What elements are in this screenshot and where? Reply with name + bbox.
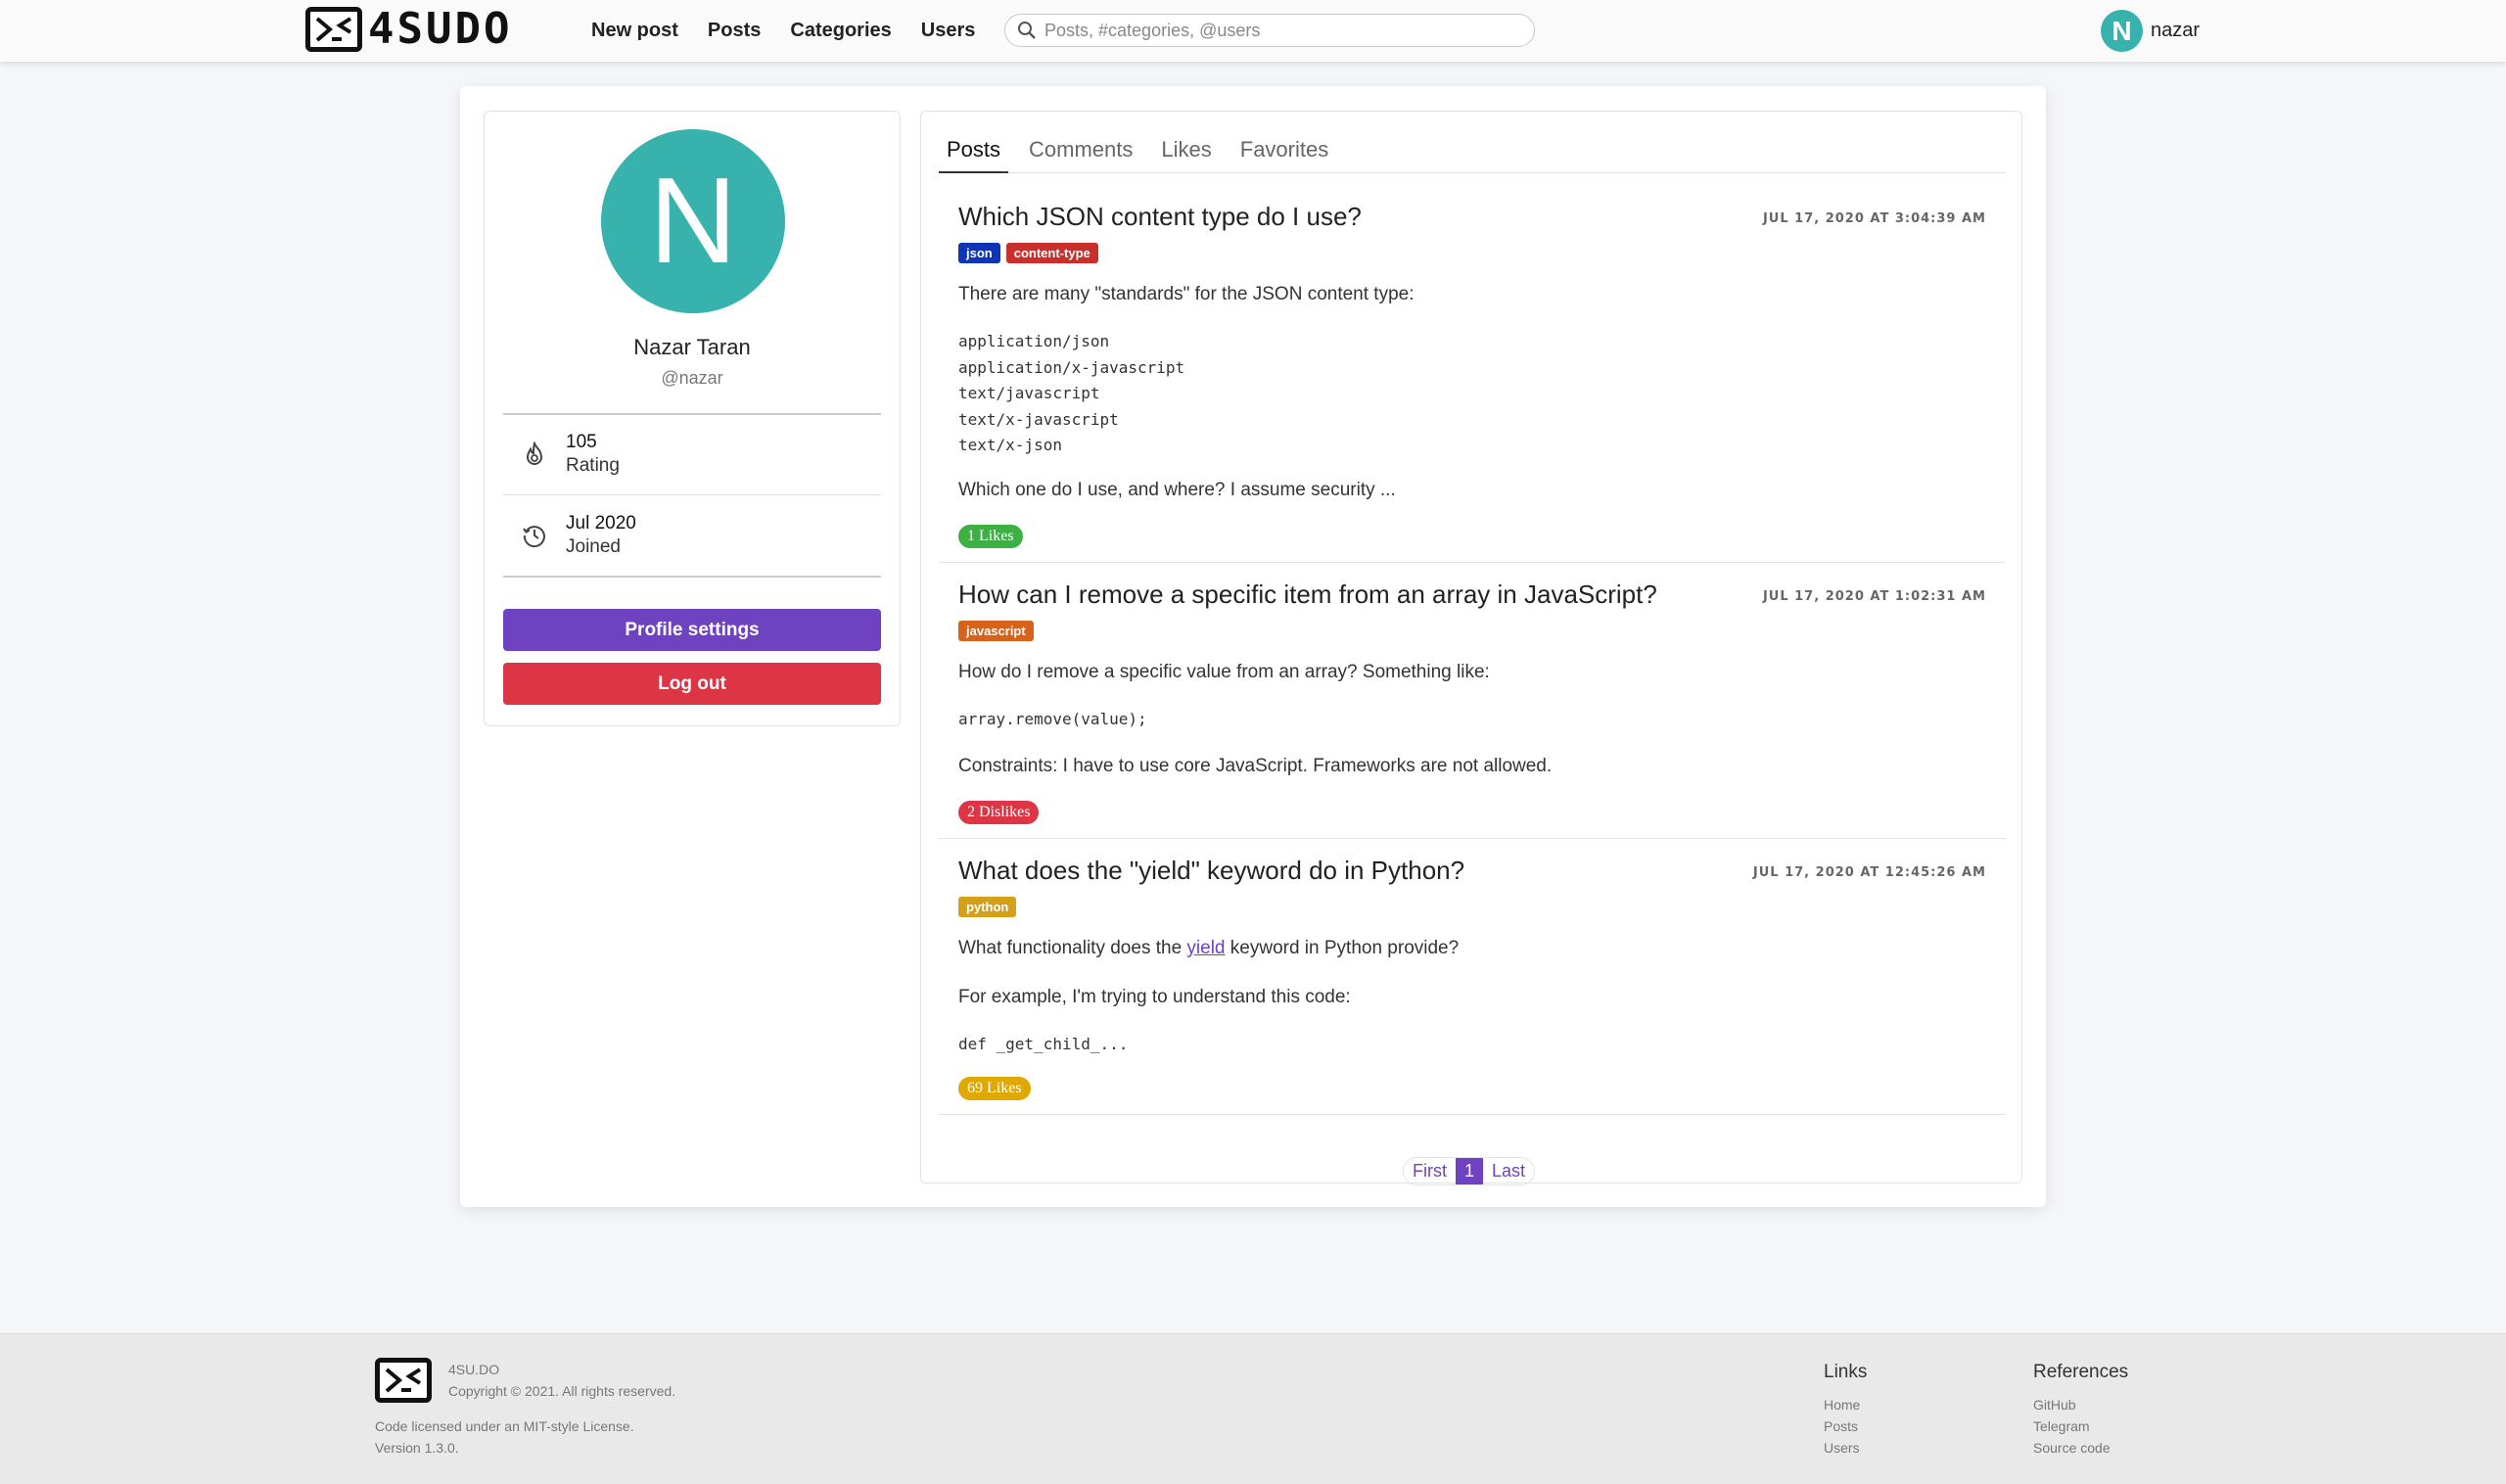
joined-stat: Jul 2020 Joined <box>503 496 881 575</box>
logo-text: 4SUDO <box>368 4 513 54</box>
site-logo[interactable]: 4SUDO <box>305 7 512 52</box>
code-line: def _get_child_... <box>958 1035 1129 1053</box>
tab-favorites[interactable]: Favorites <box>1232 129 1336 173</box>
divider <box>503 576 881 578</box>
user-menu[interactable]: N nazar <box>2101 10 2200 52</box>
pager-last[interactable]: Last <box>1483 1158 1534 1184</box>
footer-refs-heading: References <box>2033 1362 2129 1382</box>
post-excerpt: There are many "standards" for the JSON … <box>958 284 1415 304</box>
avatar: N <box>2101 10 2143 52</box>
code-line: text/x-json <box>958 436 1062 454</box>
history-icon <box>503 523 566 548</box>
tab-comments[interactable]: Comments <box>1021 129 1140 173</box>
footer-links-heading: Links <box>1824 1362 1868 1382</box>
reaction-badge: 69 Likes <box>958 1077 1031 1100</box>
joined-value: Jul 2020 <box>566 513 636 533</box>
search-bar[interactable] <box>1004 14 1535 47</box>
post-date: JUL 17, 2020 AT 1:02:31 AM <box>1762 589 1986 604</box>
yield-link[interactable]: yield <box>1186 938 1225 958</box>
code-line: application/json <box>958 332 1110 350</box>
post-tags: javascript <box>958 621 1040 641</box>
footer-copyright: Copyright © 2021. All rights reserved. <box>448 1383 676 1399</box>
code-line: application/x-javascript <box>958 357 1185 377</box>
joined-label: Joined <box>566 536 621 557</box>
tag-content-type[interactable]: content-type <box>1005 243 1098 263</box>
nav-users[interactable]: Users <box>921 20 976 42</box>
footer-link-github[interactable]: GitHub <box>2033 1397 2076 1413</box>
search-input[interactable] <box>1044 20 1495 41</box>
profile-handle: @nazar <box>661 368 723 388</box>
post-title[interactable]: How can I remove a specific item from an… <box>958 580 1657 610</box>
post-tags: python <box>958 897 1022 917</box>
post-divider <box>939 1114 2006 1115</box>
post-code-block: def _get_child_... <box>958 1032 1128 1058</box>
post-date: JUL 17, 2020 AT 3:04:39 AM <box>1762 211 1986 226</box>
post-excerpt: Constraints: I have to use core JavaScri… <box>958 756 1553 776</box>
excerpt-text: keyword in Python provide? <box>1225 938 1460 958</box>
nav-categories[interactable]: Categories <box>790 20 891 42</box>
posts-panel: Posts Comments Likes Favorites Which JSO… <box>920 111 2022 1185</box>
post-date: JUL 17, 2020 AT 12:45:26 AM <box>1752 865 1986 880</box>
footer: 4SU.DO Copyright © 2021. All rights rese… <box>0 1333 2506 1484</box>
post-divider <box>939 838 2006 839</box>
rating-stat: 105 Rating <box>503 415 881 493</box>
reaction-badge: 2 Dislikes <box>958 801 1040 824</box>
fire-icon <box>503 441 566 467</box>
pagination: First 1 Last <box>1403 1157 1536 1185</box>
footer-version: Version 1.3.0. <box>375 1440 459 1456</box>
profile-card: N Nazar Taran @nazar 105 Rating Jul 2020… <box>484 111 901 726</box>
logout-button[interactable]: Log out <box>503 663 881 705</box>
nav-new-post[interactable]: New post <box>591 20 678 42</box>
code-line: text/javascript <box>958 384 1100 402</box>
user-name: nazar <box>2151 20 2201 41</box>
post-divider <box>939 562 2006 563</box>
post-excerpt: What functionality does the yield keywor… <box>958 938 1459 959</box>
post-excerpt: Which one do I use, and where? I assume … <box>958 480 1396 500</box>
footer-brand: 4SU.DO <box>448 1362 500 1377</box>
post-excerpt: How do I remove a specific value from an… <box>958 662 1490 682</box>
profile-settings-button[interactable]: Profile settings <box>503 609 881 651</box>
divider <box>503 494 881 495</box>
reaction-badge: 1 Likes <box>958 525 1023 548</box>
rating-label: Rating <box>566 455 620 476</box>
footer-link-posts[interactable]: Posts <box>1824 1418 1858 1434</box>
main-card: N Nazar Taran @nazar 105 Rating Jul 2020… <box>460 86 2046 1207</box>
code-line: array.remove(value); <box>958 710 1147 728</box>
footer-link-users[interactable]: Users <box>1824 1440 1860 1456</box>
footer-logo-icon <box>375 1358 432 1403</box>
footer-license: Code licensed under an MIT-style License… <box>375 1418 634 1434</box>
terminal-logo-icon <box>305 7 362 52</box>
tag-javascript[interactable]: javascript <box>958 621 1034 641</box>
profile-name: Nazar Taran <box>633 335 751 359</box>
post-excerpt: For example, I'm trying to understand th… <box>958 987 1351 1007</box>
rating-value: 105 <box>566 432 597 452</box>
footer-link-telegram[interactable]: Telegram <box>2033 1418 2090 1434</box>
footer-link-home[interactable]: Home <box>1824 1397 1860 1413</box>
nav-posts[interactable]: Posts <box>708 20 761 42</box>
tab-posts[interactable]: Posts <box>939 129 1009 173</box>
search-icon <box>1018 22 1036 39</box>
profile-tabs: Posts Comments Likes Favorites <box>939 129 2006 173</box>
code-line: text/x-javascript <box>958 409 1119 429</box>
post-code-block: application/json application/x-javascrip… <box>958 329 1184 459</box>
pager-first[interactable]: First <box>1404 1158 1456 1184</box>
pager-current-page[interactable]: 1 <box>1456 1158 1484 1184</box>
post-title[interactable]: Which JSON content type do I use? <box>958 202 1362 232</box>
footer-link-source-code[interactable]: Source code <box>2033 1440 2111 1456</box>
excerpt-text: What functionality does the <box>958 938 1187 958</box>
post-title[interactable]: What does the "yield" keyword do in Pyth… <box>958 856 1464 886</box>
tab-likes[interactable]: Likes <box>1153 129 1219 173</box>
tag-json[interactable]: json <box>958 243 1000 263</box>
tag-python[interactable]: python <box>958 897 1017 917</box>
profile-avatar: N <box>601 129 785 313</box>
top-navbar: 4SUDO New post Posts Categories Users N … <box>0 0 2506 62</box>
post-code-block: array.remove(value); <box>958 707 1147 733</box>
post-tags: json content-type <box>958 243 1104 263</box>
main-nav: New post Posts Categories Users <box>591 0 1004 62</box>
